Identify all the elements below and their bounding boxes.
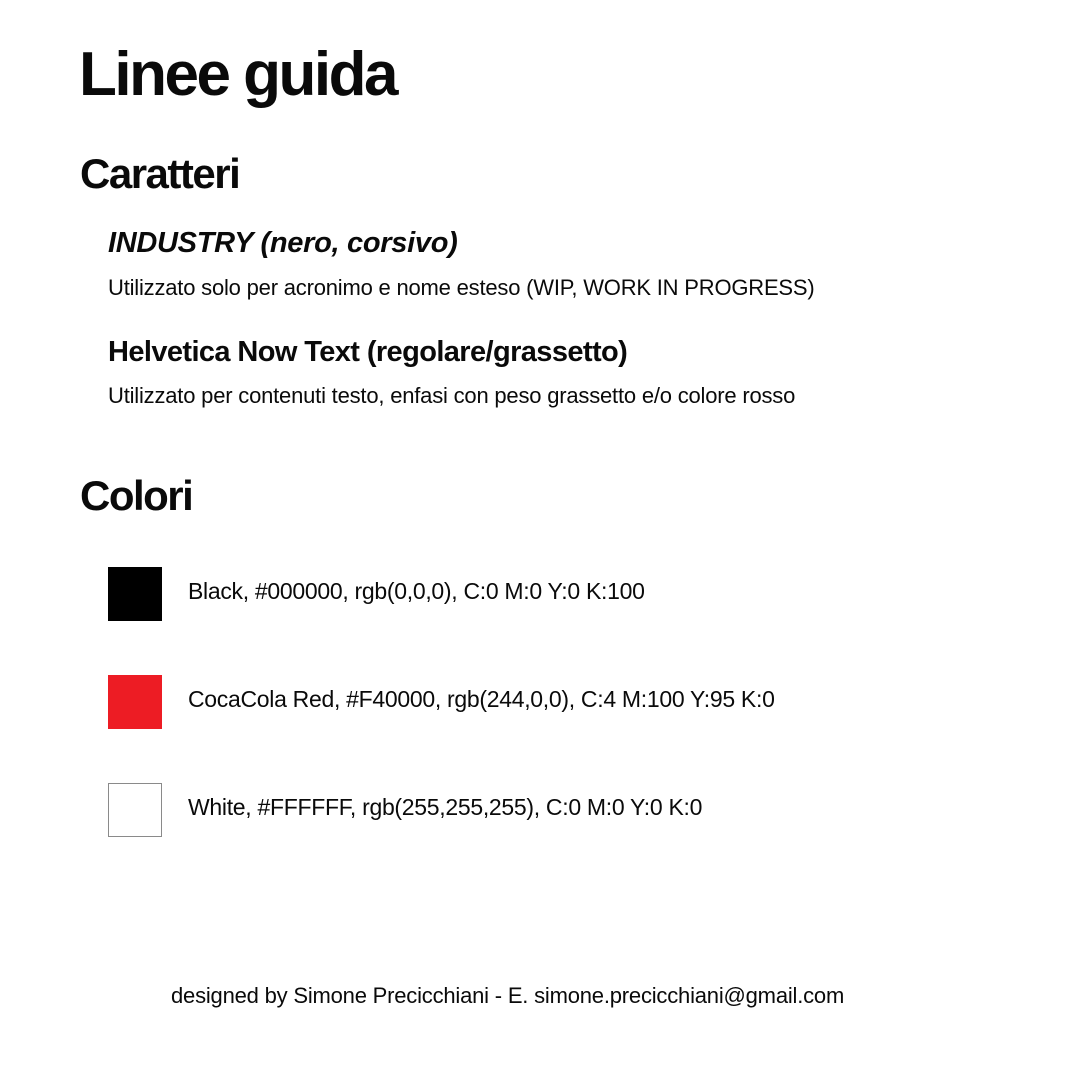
color-label-white: White, #FFFFFF, rgb(255,255,255), C:0 M:… — [188, 794, 703, 820]
color-swatch-red — [108, 675, 162, 729]
page-title: Linee guida — [79, 40, 398, 109]
color-swatch-black — [108, 567, 162, 621]
font-name-industry: INDUSTRY (nero, corsivo) — [108, 227, 458, 259]
font-description-industry: Utilizzato solo per acronimo e nome este… — [108, 275, 815, 300]
typography-heading: Caratteri — [80, 150, 241, 197]
colors-heading: Colori — [80, 472, 194, 519]
color-row-red: CocaCola Red, #F40000, rgb(244,0,0), C:4… — [108, 675, 1008, 731]
footer-credit: designed by Simone Precicchiani - E. sim… — [171, 983, 845, 1008]
font-name-helvetica: Helvetica Now Text (regolare/grassetto) — [108, 336, 628, 368]
color-label-black: Black, #000000, rgb(0,0,0), C:0 M:0 Y:0 … — [188, 578, 645, 604]
color-swatch-white — [108, 783, 162, 837]
color-row-black: Black, #000000, rgb(0,0,0), C:0 M:0 Y:0 … — [108, 567, 1008, 623]
color-label-red: CocaCola Red, #F40000, rgb(244,0,0), C:4… — [188, 686, 775, 712]
color-row-white: White, #FFFFFF, rgb(255,255,255), C:0 M:… — [108, 783, 1008, 839]
font-description-helvetica: Utilizzato per contenuti testo, enfasi c… — [108, 383, 796, 408]
